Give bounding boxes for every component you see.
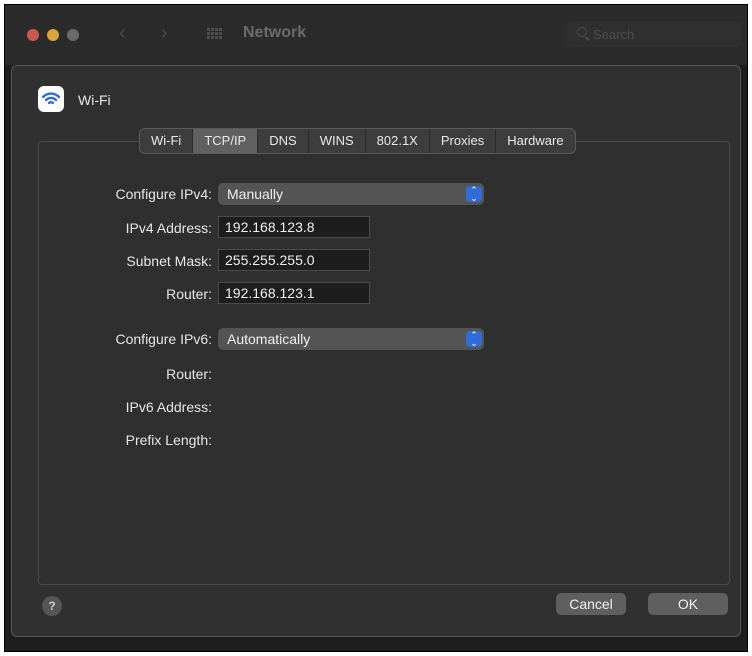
service-name: Wi-Fi — [78, 92, 111, 108]
subnet-mask-field[interactable]: 255.255.255.0 — [218, 249, 370, 271]
tab-wifi[interactable]: Wi-Fi — [140, 129, 194, 153]
advanced-settings-sheet: Wi-Fi Wi-Fi TCP/IP DNS WINS 802.1X Proxi… — [11, 65, 741, 637]
window-title: Network — [243, 24, 307, 41]
network-window: ‹ › Network Search Wi-Fi Wi-Fi TCP/IP DN… — [4, 4, 748, 652]
tab-wins[interactable]: WINS — [309, 129, 366, 153]
ipv4-address-label: IPv4 Address: — [125, 220, 212, 236]
configure-ipv4-value: Manually — [227, 186, 284, 202]
back-arrow-icon[interactable]: ‹ — [119, 23, 126, 43]
configure-ipv6-label: Configure IPv6: — [115, 331, 213, 347]
tab-hardware[interactable]: Hardware — [496, 129, 574, 153]
chevron-updown-icon: ⌃ ⌄ — [466, 186, 482, 203]
search-icon — [577, 27, 587, 37]
tab-dns[interactable]: DNS — [258, 129, 309, 153]
configure-ipv6-popup[interactable]: Automatically ⌃ ⌄ — [218, 328, 484, 350]
ipv4-router-field[interactable]: 192.168.123.1 — [218, 282, 370, 304]
ipv4-router-label: Router: — [166, 286, 212, 302]
forward-arrow-icon[interactable]: › — [161, 23, 168, 43]
settings-tabs: Wi-Fi TCP/IP DNS WINS 802.1X Proxies Har… — [139, 128, 576, 154]
ipv6-router-label: Router: — [166, 366, 212, 382]
wifi-icon — [38, 86, 64, 112]
chevron-updown-icon: ⌃ ⌄ — [466, 331, 482, 348]
close-window-button[interactable] — [27, 29, 39, 41]
ipv6-address-label: IPv6 Address: — [125, 399, 212, 415]
help-button[interactable]: ? — [42, 596, 62, 616]
search-placeholder: Search — [593, 27, 635, 42]
zoom-window-button[interactable] — [67, 29, 79, 41]
show-all-grid-icon[interactable] — [207, 28, 223, 40]
title-bar: ‹ › Network Search — [5, 5, 747, 65]
configure-ipv6-value: Automatically — [227, 331, 311, 347]
settings-panel — [38, 141, 730, 585]
subnet-mask-label: Subnet Mask: — [126, 253, 212, 269]
ok-button[interactable]: OK — [648, 593, 728, 615]
configure-ipv4-popup[interactable]: Manually ⌃ ⌄ — [218, 183, 484, 205]
tab-8021x[interactable]: 802.1X — [366, 129, 430, 153]
tab-proxies[interactable]: Proxies — [430, 129, 497, 153]
minimize-window-button[interactable] — [47, 29, 59, 41]
prefix-length-label: Prefix Length: — [125, 432, 212, 448]
search-field[interactable]: Search — [565, 21, 741, 47]
tab-tcpip[interactable]: TCP/IP — [193, 129, 259, 153]
ipv4-address-field[interactable]: 192.168.123.8 — [218, 216, 370, 238]
configure-ipv4-label: Configure IPv4: — [115, 186, 213, 202]
cancel-button[interactable]: Cancel — [556, 593, 626, 615]
